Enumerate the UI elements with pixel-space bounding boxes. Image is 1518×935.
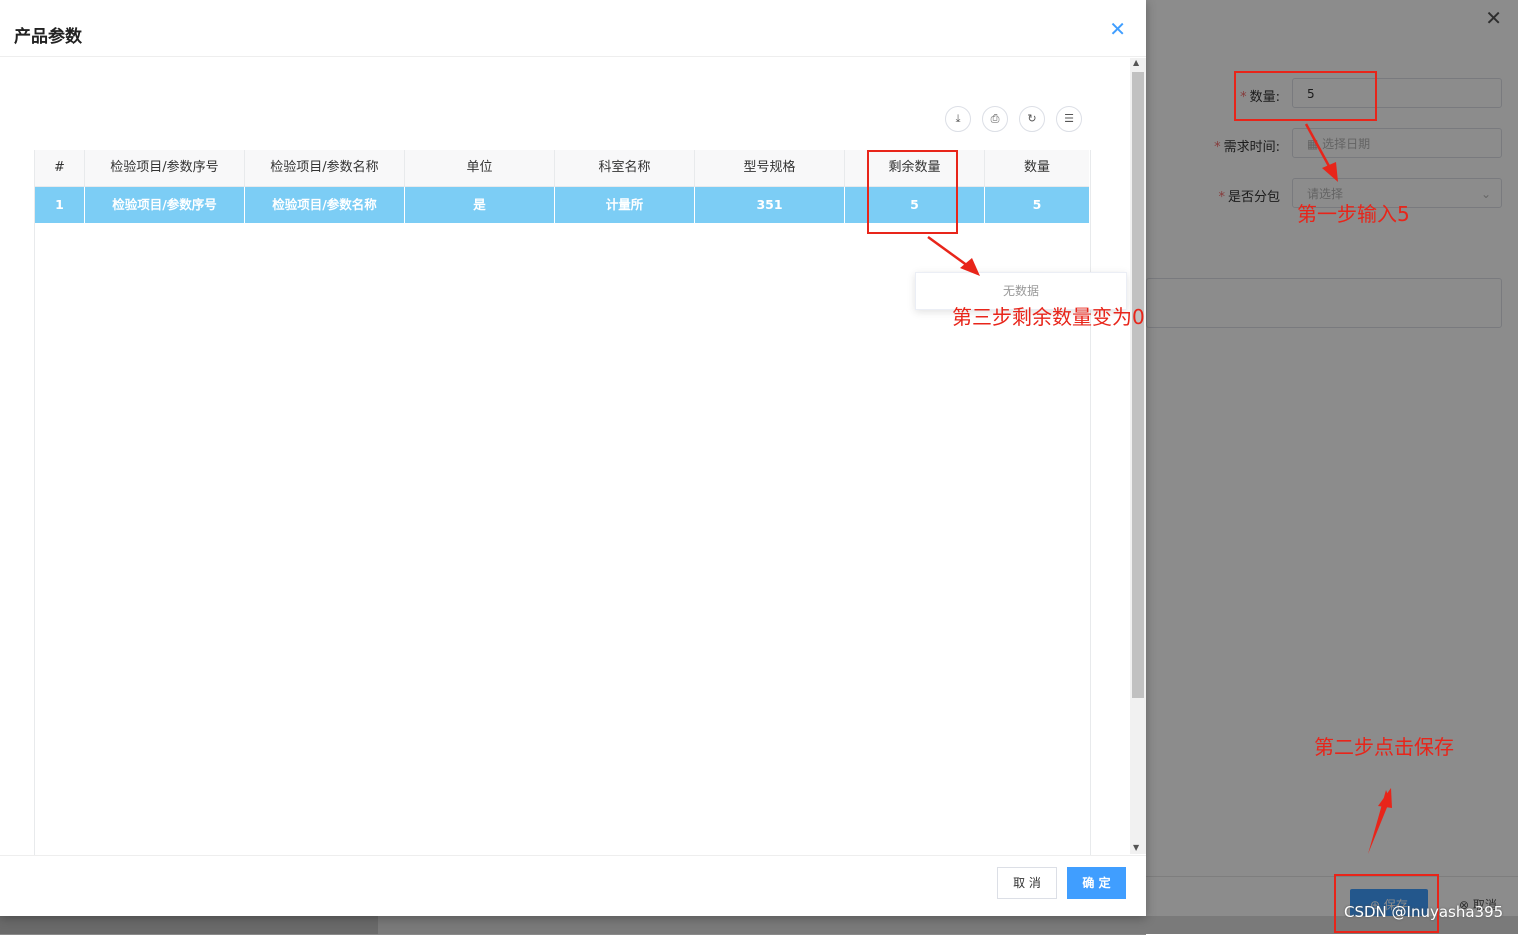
annotation-arrows (927, 123, 1392, 854)
watermark: CSDN @Inuyasha395 (1344, 903, 1504, 921)
annotation-step1: 第一步输入5 (1297, 202, 1410, 226)
annotation-step3: 第三步剩余数量变为0 (952, 305, 1145, 329)
annotation-step2: 第二步点击保存 (1314, 735, 1454, 759)
